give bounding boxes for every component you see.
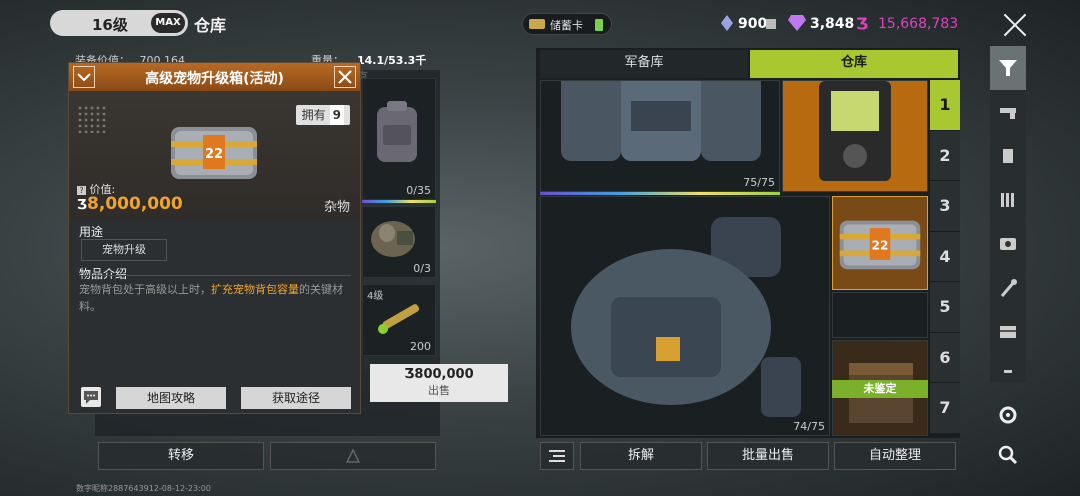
pet-icon (371, 221, 415, 257)
settings-gear-icon[interactable] (993, 400, 1023, 430)
coin-icon: Ʒ (77, 198, 88, 213)
ammo-icon[interactable] (990, 178, 1026, 222)
item-detail-popup: 高级宠物升级箱(活动) 拥有 9 22 ? 价值: Ʒ8,000,000 杂物 用… (68, 62, 361, 414)
page-title: 仓库 (194, 16, 227, 35)
close-icon[interactable] (1000, 10, 1030, 40)
dismantle-button[interactable]: 拆解 (580, 442, 702, 470)
level-text: 16级 (92, 16, 128, 34)
max-badge: MAX (151, 13, 185, 33)
popup-close-button[interactable] (334, 66, 356, 88)
popup-title: 高级宠物升级箱(活动) (145, 71, 284, 87)
upgrade-box-icon: 22 (839, 220, 921, 270)
storage-slot-selected[interactable]: 22 (832, 196, 928, 290)
popup-header: 高级宠物升级箱(活动) (69, 63, 360, 91)
tab-armory[interactable]: 军备库 (540, 50, 748, 78)
slot-bar (540, 192, 780, 195)
owned-number: 9 (329, 105, 344, 125)
item-description: 宠物背包处于高级以上时，扩充宠物背包容量的关键材料。 (79, 283, 343, 313)
ammo-icon (378, 304, 420, 334)
close-icon (338, 70, 352, 84)
owned-label: 拥有 (301, 108, 326, 122)
page-5[interactable]: 5 (930, 282, 960, 333)
usage-title: 用途 (79, 225, 104, 239)
slot-count: 75/75 (743, 176, 775, 189)
storage-slot[interactable]: 74/75 (540, 196, 830, 436)
item-category: 杂物 (323, 200, 350, 215)
page-7[interactable]: 7 (930, 383, 960, 434)
diamond-icon (788, 15, 806, 31)
camera-icon[interactable] (990, 222, 1026, 266)
sell-price: Ʒ800,000 (404, 367, 474, 382)
tool-icon[interactable] (990, 266, 1026, 310)
coin-icon: Ʒ (856, 14, 869, 33)
card-icon (529, 19, 545, 29)
page-4[interactable]: 4 (930, 231, 960, 282)
map-guide-button[interactable]: 地图攻略 (116, 387, 226, 409)
sell-label: 出售 (428, 384, 450, 397)
slot-count: 0/35 (406, 184, 431, 197)
usage-tag: 宠物升级 (81, 239, 167, 261)
svg-text:22: 22 (872, 239, 889, 253)
slot-count: 74/75 (793, 420, 825, 433)
player-id: 数字昵称2887643912-08-12-23:00 (76, 484, 211, 493)
crystal-icon (721, 15, 733, 31)
page-6[interactable]: 6 (930, 332, 960, 383)
transfer-button[interactable]: 转移 (98, 442, 264, 470)
storage-slot-empty[interactable] (832, 292, 928, 338)
slot-count: 0/3 (413, 262, 431, 275)
unidentified-badge: 未鉴定 (832, 380, 928, 398)
backpack-icon (377, 101, 417, 162)
warning-icon (345, 448, 361, 463)
disabled-button (270, 442, 436, 470)
filter-icon[interactable] (990, 46, 1026, 90)
list-view-button[interactable] (540, 442, 574, 470)
upgrade-box-icon: 22 (171, 127, 257, 179)
slot-count: 200 (410, 340, 431, 353)
page-3[interactable]: 3 (930, 181, 960, 232)
armor-icon[interactable] (990, 134, 1026, 178)
level-badge: 16级 MAX (50, 10, 188, 36)
chat-icon[interactable] (81, 387, 101, 407)
coin-icon: Ʒ (404, 367, 415, 382)
currency-3: 15,668,783 (878, 16, 959, 32)
more-icon[interactable] (990, 354, 1026, 378)
device-icon (819, 81, 891, 181)
auto-sort-button[interactable]: 自动整理 (834, 442, 956, 470)
list-icon (549, 450, 565, 462)
item-value: Ʒ8,000,000 (77, 194, 183, 214)
page-2[interactable]: 2 (930, 130, 960, 181)
sell-button[interactable]: Ʒ800,000 出售 (370, 364, 508, 402)
obtain-method-button[interactable]: 获取途径 (241, 387, 351, 409)
box-icon[interactable] (990, 310, 1026, 354)
savings-card-button[interactable]: 储蓄卡 (522, 13, 612, 35)
page-1[interactable]: 1 (930, 80, 960, 131)
storage-slot[interactable] (782, 80, 928, 192)
currency-1: 900 (738, 16, 768, 32)
filter-sidebar (990, 46, 1026, 382)
battery-icon (595, 19, 603, 31)
owned-count: 拥有 9 (295, 105, 350, 125)
storage-slot[interactable]: 75/75 (540, 80, 780, 192)
ticket-icon (766, 19, 776, 29)
pet-slot[interactable]: 0/3 (362, 206, 436, 278)
search-icon[interactable] (993, 440, 1023, 470)
slot-bar (362, 200, 436, 203)
intro-title: 物品介绍 (79, 267, 128, 281)
pistol-icon[interactable] (990, 90, 1026, 134)
currency-2: 3,848 (810, 16, 855, 32)
backpack-icon (561, 81, 761, 161)
divider (79, 275, 351, 276)
bulk-sell-button[interactable]: 批量出售 (707, 442, 829, 470)
backpack-slot[interactable]: 0/35 (362, 78, 436, 200)
ammo-slot[interactable]: 4级 200 (362, 284, 436, 356)
page-selector: 1 2 3 4 5 6 7 (930, 80, 960, 434)
svg-text:22: 22 (205, 147, 223, 162)
savings-card-label: 储蓄卡 (550, 19, 583, 32)
grid-size-icon (77, 105, 107, 133)
backpack-icon (571, 217, 801, 417)
tab-storage[interactable]: 仓库 (750, 50, 958, 78)
